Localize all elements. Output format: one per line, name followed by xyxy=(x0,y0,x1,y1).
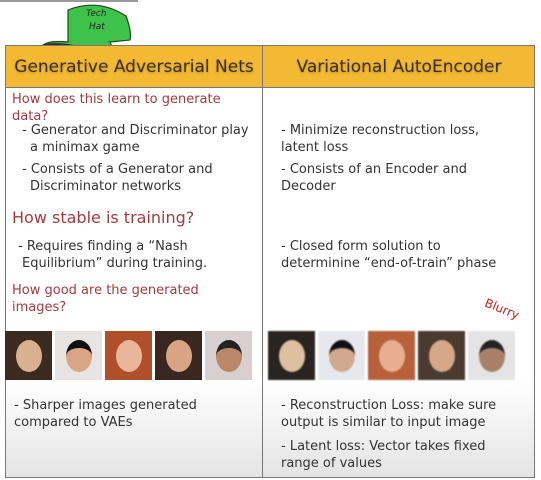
vae-learn-answer: - Minimize reconstruction loss, latent l… xyxy=(281,122,479,156)
question-learn: How does this learn to generate data? xyxy=(12,91,221,125)
face-image xyxy=(368,331,415,380)
face-image xyxy=(318,331,365,380)
gan-structure-answer: - Consists of a Generator and Discrimina… xyxy=(22,161,213,195)
vae-reconstruction-answer: - Reconstruction Loss: make sure output … xyxy=(281,397,496,431)
line: latent loss xyxy=(281,140,349,155)
line: - Closed form solution to xyxy=(281,239,441,254)
vae-stability-answer: - Closed form solution to determinine “e… xyxy=(281,238,496,272)
face-image xyxy=(55,331,102,380)
column-divider xyxy=(262,45,263,478)
line: How does this learn to generate xyxy=(12,92,221,107)
vae-sample-faces xyxy=(268,331,515,380)
face-image xyxy=(205,331,252,380)
line: range of values xyxy=(281,456,382,471)
header-vae: Variational AutoEncoder xyxy=(296,56,502,77)
vae-structure-answer: - Consists of an Encoder and Decoder xyxy=(281,161,467,195)
face-image xyxy=(155,331,202,380)
line: - Reconstruction Loss: make sure xyxy=(281,398,497,413)
face-image xyxy=(268,331,315,380)
line: output is similar to input image xyxy=(281,415,486,430)
gan-quality-answer: - Sharper images generated compared to V… xyxy=(14,397,197,431)
line: - Consists of a Generator and xyxy=(22,162,213,177)
question-quality: How good are the generated images? xyxy=(12,282,199,316)
face-image xyxy=(105,331,152,380)
vae-latent-answer: - Latent loss: Vector takes fixed range … xyxy=(281,438,486,472)
line: determinine “end-of-train” phase xyxy=(281,256,497,271)
face-image xyxy=(5,331,52,380)
line: images? xyxy=(12,300,67,315)
line: - Minimize reconstruction loss, xyxy=(281,123,480,138)
question-stable: How stable is training? xyxy=(12,208,195,227)
line: - Requires finding a “Nash xyxy=(18,239,188,254)
line: - Generator and Discriminator play xyxy=(22,123,249,138)
svg-text:Hat: Hat xyxy=(89,22,105,32)
gan-sample-faces xyxy=(5,331,252,380)
line: a minimax game xyxy=(30,140,140,155)
line: compared to VAEs xyxy=(14,415,133,430)
gan-stability-answer: - Requires finding a “Nash Equilibrium” … xyxy=(18,238,207,272)
line: - Sharper images generated xyxy=(14,398,197,413)
line: - Consists of an Encoder and xyxy=(281,162,467,177)
face-image xyxy=(418,331,465,380)
line: How good are the generated xyxy=(12,283,199,298)
face-image xyxy=(468,331,515,380)
line: Equilibrium” during training. xyxy=(22,256,208,271)
svg-text:Tech: Tech xyxy=(86,9,107,19)
line: Discriminator networks xyxy=(30,179,182,194)
table-header: Generative Adversarial Nets Variational … xyxy=(5,45,535,88)
header-gan: Generative Adversarial Nets xyxy=(14,56,254,77)
line: - Latent loss: Vector takes fixed xyxy=(281,439,486,454)
line: Decoder xyxy=(281,179,336,194)
gan-learn-answer: - Generator and Discriminator play a min… xyxy=(22,122,249,156)
